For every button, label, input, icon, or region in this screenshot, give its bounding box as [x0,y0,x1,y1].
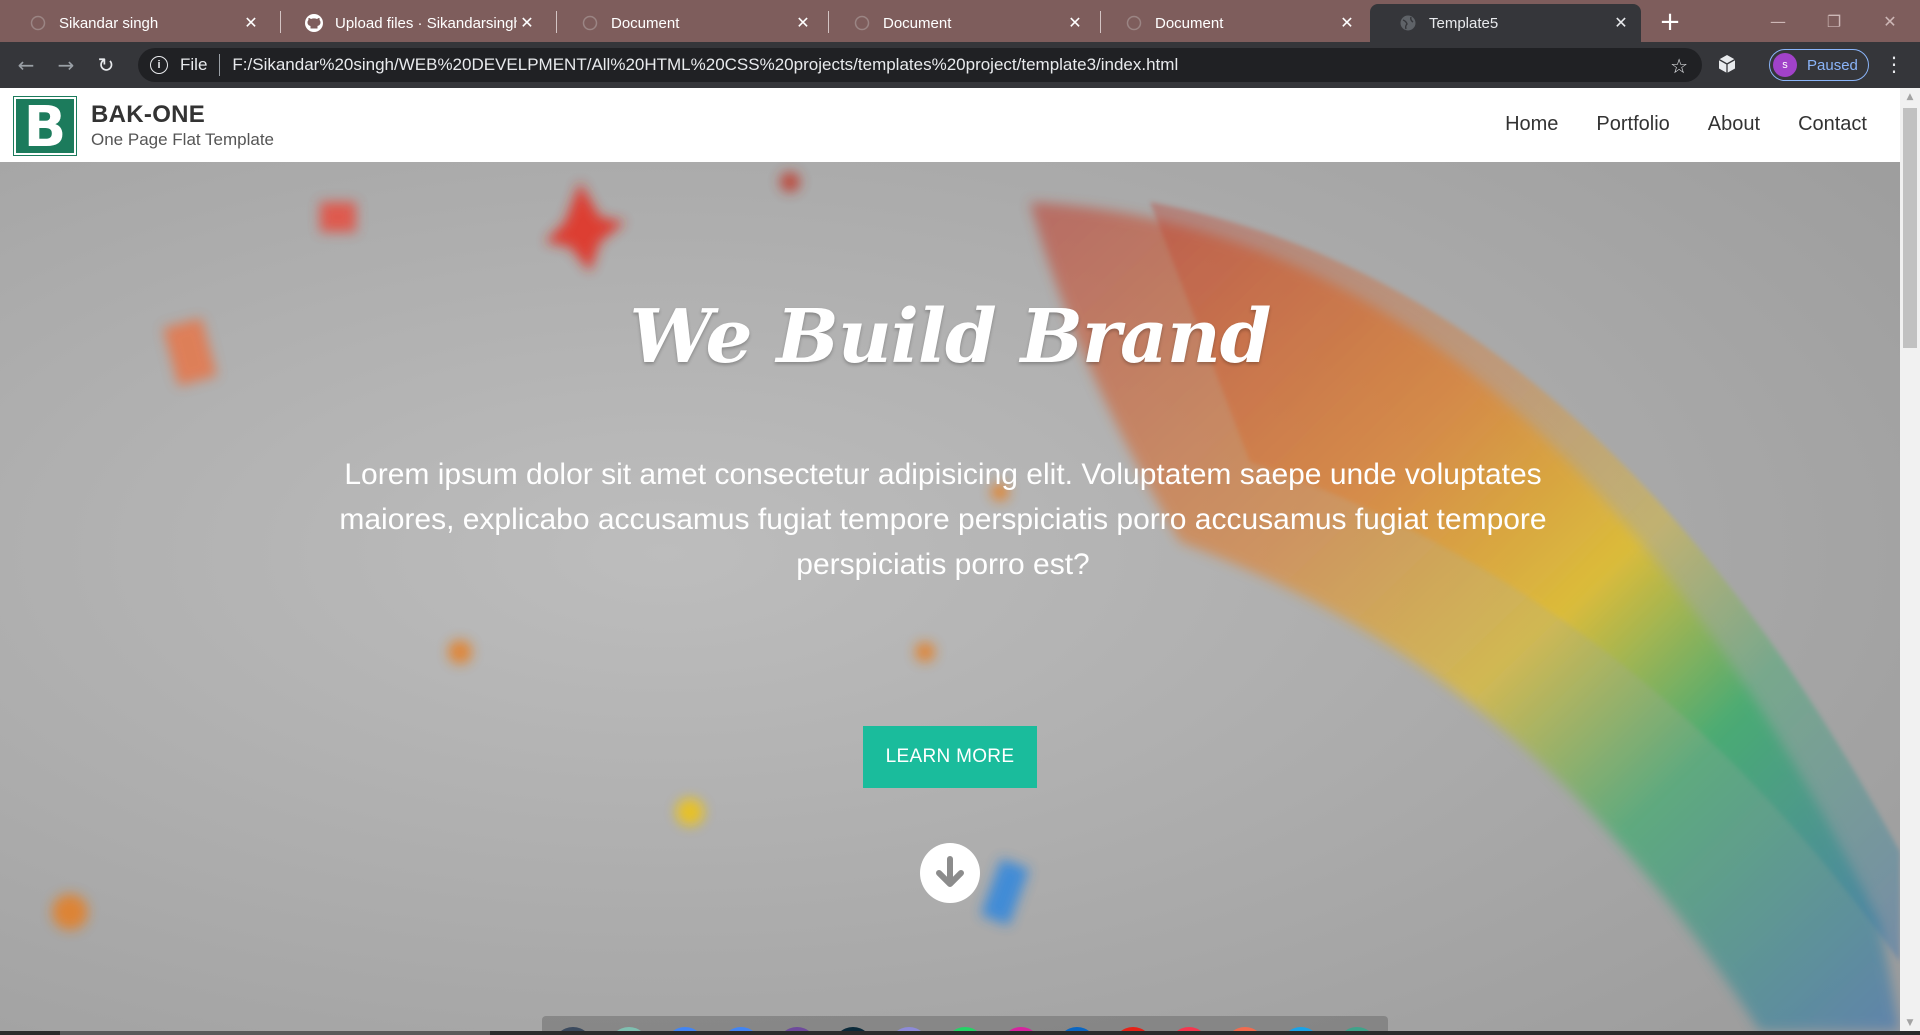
nav-contact[interactable]: Contact [1798,113,1867,136]
tab-document-1[interactable]: Document ✕ [552,4,823,42]
nav-home[interactable]: Home [1505,113,1558,136]
globe-icon [1398,13,1418,33]
site-header: B BAK-ONE One Page Flat Template Home Po… [0,88,1900,162]
forward-button[interactable]: → [52,51,80,79]
generic-page-icon [580,13,600,33]
scroll-down-arrow-icon[interactable]: ▼ [1900,1014,1920,1031]
browser-toolbar: ← → ↻ i File F:/Sikandar%20singh/WEB%20D… [0,42,1920,88]
close-icon[interactable]: ✕ [517,13,537,33]
tab-github-upload[interactable]: Upload files · Sikandarsingh1 ✕ [276,4,547,42]
info-icon[interactable]: i [150,56,168,74]
new-tab-button[interactable]: + [1656,7,1684,37]
taskbar-edge [0,1031,1920,1035]
bookmark-star-icon[interactable]: ☆ [1670,54,1688,79]
minimize-button[interactable]: — [1750,0,1806,42]
tab-document-3[interactable]: Document ✕ [1096,4,1367,42]
generic-page-icon [1124,13,1144,33]
close-icon[interactable]: ✕ [793,13,813,33]
tab-title: Upload files · Sikandarsingh1 [335,14,517,32]
page-scrollbar[interactable]: ▲ ▼ [1900,88,1920,1031]
brand-name: BAK-ONE [91,101,206,128]
profile-status: Paused [1807,56,1858,74]
page-viewport: B BAK-ONE One Page Flat Template Home Po… [0,88,1900,1031]
back-button[interactable]: ← [12,51,40,79]
hero-section: We Build Brand Lorem ipsum dolor sit ame… [0,162,1900,1031]
learn-more-button[interactable]: LEARN MORE [863,726,1037,788]
arrow-down-icon [936,856,964,887]
scrollbar-thumb[interactable] [1903,108,1917,348]
kebab-menu-icon[interactable]: ⋮ [1884,52,1904,76]
scheme-label: File [180,55,208,74]
generic-page-icon [28,13,48,33]
url-text[interactable]: F:/Sikandar%20singh/WEB%20DEVELPMENT/All… [232,55,1178,75]
taskbar-edge-segment [60,1031,490,1035]
tab-template5[interactable]: Template5 ✕ [1370,4,1641,42]
profile-button[interactable]: s Paused [1769,49,1869,81]
close-icon[interactable]: ✕ [1065,13,1085,33]
close-icon[interactable]: ✕ [1611,13,1631,33]
close-icon[interactable]: ✕ [1337,13,1357,33]
tab-title: Sikandar singh [59,14,159,32]
avatar: s [1773,53,1797,77]
brand-tagline: One Page Flat Template [91,130,275,149]
omnibox-divider [219,54,221,76]
tab-sikandar-singh[interactable]: Sikandar singh ✕ [0,4,271,42]
nav-portfolio[interactable]: Portfolio [1596,113,1669,136]
tab-title: Document [611,14,680,32]
tab-title: Document [1155,14,1224,32]
tab-title: Template5 [1429,14,1499,32]
tab-document-2[interactable]: Document ✕ [824,4,1095,42]
scroll-up-arrow-icon[interactable]: ▲ [1900,88,1920,105]
address-bar[interactable]: i File F:/Sikandar%20singh/WEB%20DEVELPM… [138,48,1702,82]
tab-strip: Sikandar singh ✕ Upload files · Sikandar… [0,0,1920,42]
tab-title: Document [883,14,952,32]
site-logo[interactable]: B [14,97,76,157]
main-nav: Home Portfolio About Contact [1505,113,1867,136]
scroll-down-button[interactable] [920,843,980,903]
app-dock: gPsin♫ [542,1016,1388,1031]
github-icon [304,13,324,33]
hero-text: Lorem ipsum dolor sit amet consectetur a… [339,458,1547,581]
extension-cube-icon[interactable] [1716,53,1738,75]
close-icon[interactable]: ✕ [241,13,261,33]
reload-button[interactable]: ↻ [92,51,120,79]
restore-button[interactable]: ❐ [1806,0,1862,42]
hero-title: We Build Brand [629,294,1271,380]
window-close-button[interactable]: ✕ [1862,0,1918,42]
generic-page-icon [852,13,872,33]
nav-about[interactable]: About [1708,113,1760,136]
